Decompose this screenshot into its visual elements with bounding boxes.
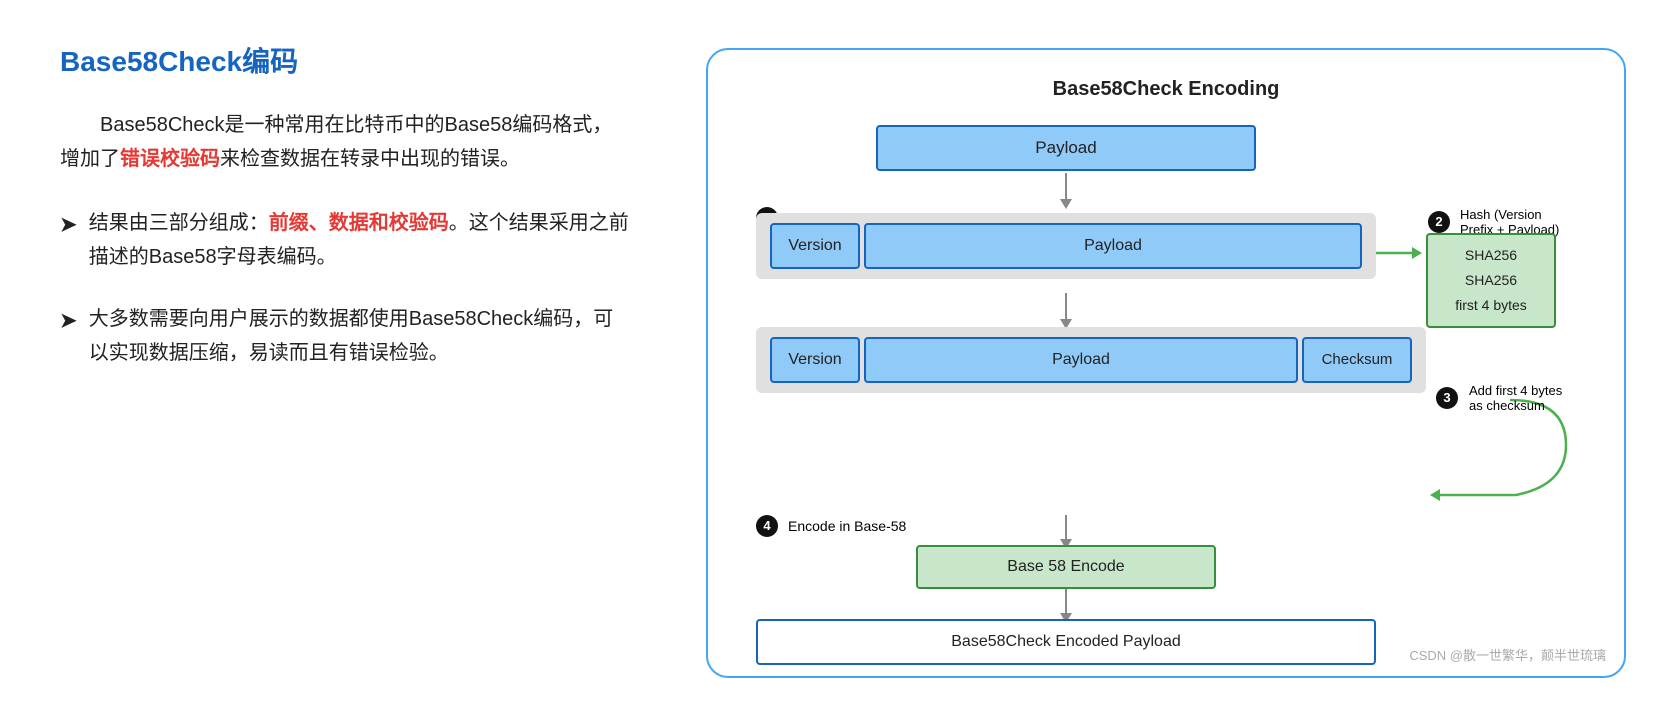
right-panel: Base58Check Encoding: [680, 0, 1672, 725]
step1-bg: Version Payload: [756, 213, 1376, 279]
diagram-title: Base58Check Encoding: [1053, 78, 1280, 101]
left-panel: Base58Check编码 Base58Check是一种常用在比特币中的Base…: [0, 0, 680, 725]
bullet-text-2: 大多数需要向用户展示的数据都使用Base58Check编码，可以实现数据压缩，易…: [89, 302, 630, 370]
hash-box: SHA256 SHA256 first 4 bytes: [1426, 233, 1556, 329]
description-text: Base58Check是一种常用在比特币中的Base58编码格式，增加了错误校验…: [60, 108, 630, 176]
encoded-payload-row: Base58Check Encoded Payload: [756, 619, 1376, 665]
step4-circle: 4: [756, 515, 778, 537]
diagram-container: Base58Check Encoding: [706, 48, 1626, 678]
payload-top-row: Payload: [866, 125, 1266, 171]
base58encode-box: Base 58 Encode: [916, 545, 1216, 589]
bullet-arrow-1: ➤: [60, 208, 77, 242]
encoded-payload-box: Base58Check Encoded Payload: [756, 619, 1376, 665]
watermark: CSDN @散一世繁华，颠半世琉璃: [1409, 645, 1606, 664]
bullet-text-1: 结果由三部分组成：前缀、数据和校验码。这个结果采用之前描述的Base58字母表编…: [89, 206, 630, 274]
version-box: Version: [770, 223, 860, 269]
first4bytes-label: first 4 bytes: [1442, 293, 1540, 318]
page-title: Base58Check编码: [60, 40, 630, 80]
payload-mid-box: Payload: [864, 223, 1362, 269]
sha256-1-label: SHA256: [1442, 243, 1540, 268]
diagram-body: Payload 1 Add Version Prefix Version Pay…: [756, 125, 1576, 645]
step3-label-text: Add first 4 bytes as checksum: [1469, 383, 1576, 413]
step4-label-row: 4 Encode in Base-58: [756, 515, 906, 537]
payload-mid-box-2: Payload: [864, 337, 1298, 383]
checksum-box: Checksum: [1302, 337, 1412, 383]
base58encode-row: Base 58 Encode: [916, 545, 1216, 589]
version-payload-checksum-row: Version Payload Checksum: [770, 337, 1412, 383]
sha256-2-label: SHA256: [1442, 268, 1540, 293]
bullet-item-1: ➤ 结果由三部分组成：前缀、数据和校验码。这个结果采用之前描述的Base58字母…: [60, 206, 630, 274]
step4-label-text: Encode in Base-58: [788, 518, 906, 534]
hash-box-container: SHA256 SHA256 first 4 bytes: [1426, 233, 1556, 329]
step3-label-row: 3 Add first 4 bytes as checksum: [1436, 383, 1576, 413]
payload-top-box: Payload: [876, 125, 1256, 171]
version-payload-row: Version Payload: [770, 223, 1362, 269]
bullet-arrow-2: ➤: [60, 304, 77, 338]
bullet-item-2: ➤ 大多数需要向用户展示的数据都使用Base58Check编码，可以实现数据压缩…: [60, 302, 630, 370]
version-box-2: Version: [770, 337, 860, 383]
step3-bg: Version Payload Checksum: [756, 327, 1426, 393]
step2-circle: 2: [1428, 211, 1450, 233]
step3-circle: 3: [1436, 387, 1458, 409]
